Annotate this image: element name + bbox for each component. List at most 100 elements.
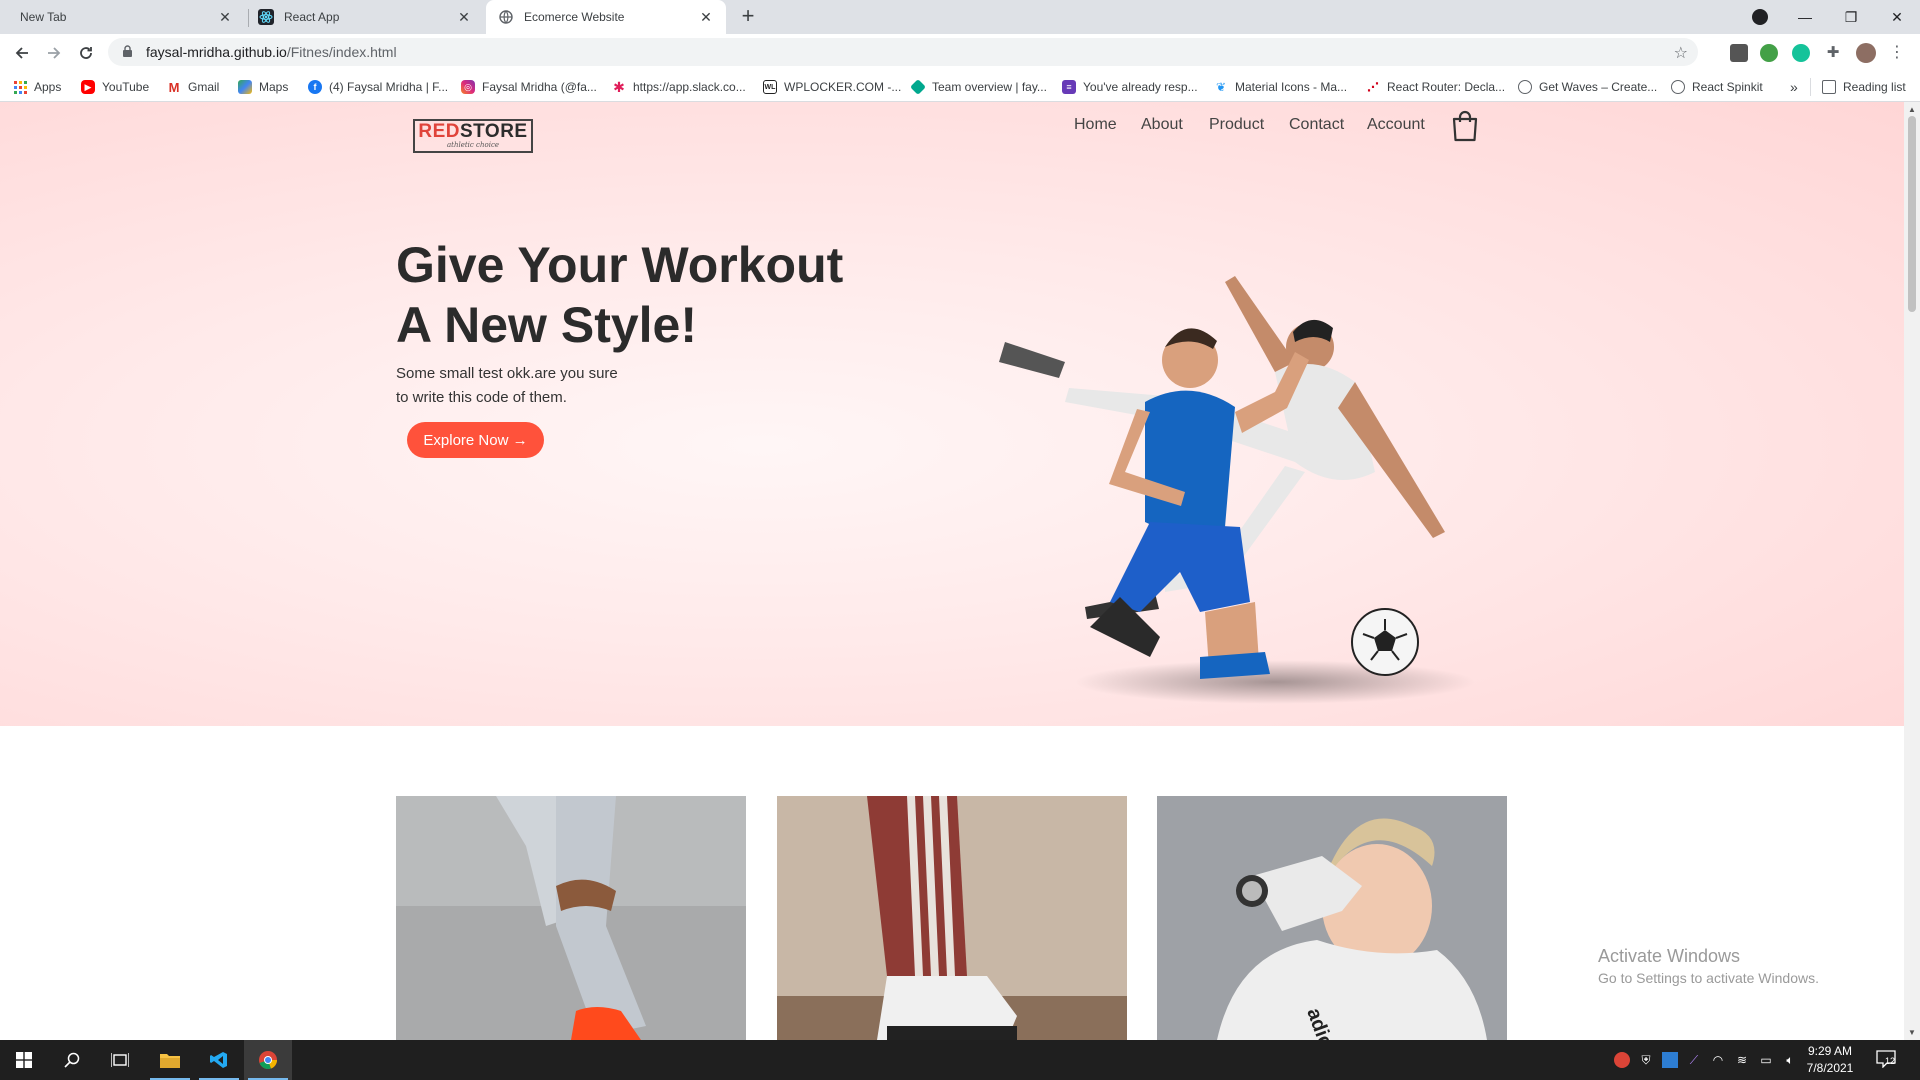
scrollbar-thumb[interactable] [1908, 116, 1916, 312]
reload-button[interactable] [72, 40, 100, 66]
chrome-tray-icon[interactable] [1614, 1052, 1630, 1068]
network-icon[interactable]: ≋ [1734, 1052, 1750, 1068]
chrome-icon [259, 1051, 277, 1070]
bookmark-label: https://app.slack.co... [633, 80, 746, 94]
apps-grid-icon [13, 80, 27, 94]
notification-center-button[interactable]: 12 [1876, 1050, 1898, 1070]
category-image-jeans-sneakers[interactable] [396, 796, 746, 1040]
notification-count: 12 [1885, 1056, 1896, 1066]
forward-button[interactable] [40, 40, 68, 66]
new-tab-button[interactable]: + [736, 5, 760, 29]
windows-taskbar: ⛨ ⟋ ◠ ≋ ▭ 🔈︎ 9:29 AM 7/8/2021 12 [0, 1040, 1920, 1080]
bookmark-react-spinkit[interactable]: React Spinkit [1671, 77, 1763, 97]
maps-icon [238, 80, 252, 94]
volume-icon[interactable]: 🔈︎ [1782, 1052, 1798, 1068]
hero-headline: Give Your Workout A New Style! [396, 237, 844, 353]
bookmarks-overflow-button[interactable]: » [1790, 77, 1798, 97]
bookmark-react-router[interactable]: ⋰ React Router: Decla... [1366, 77, 1505, 97]
browser-toolbar: faysal-mridha.github.io/Fitnes/index.htm… [0, 34, 1920, 71]
react-icon [258, 9, 274, 25]
youtube-icon: ▶ [81, 80, 95, 94]
bookmark-slack[interactable]: ✱ https://app.slack.co... [612, 77, 746, 97]
category-image-track-pants-shoe[interactable] [777, 796, 1127, 1040]
bookmark-label: Apps [34, 80, 62, 94]
bookmark-label: React Spinkit [1692, 80, 1763, 94]
close-icon[interactable]: ✕ [456, 9, 472, 25]
hero-subtext: Some small test okk.are you sure to writ… [396, 365, 618, 406]
bookmark-label: Team overview | fay... [932, 80, 1047, 94]
back-button[interactable] [8, 40, 36, 66]
restore-button[interactable]: ❐ [1828, 0, 1874, 34]
kebab-menu-icon[interactable]: ⋮ [1888, 44, 1906, 62]
close-window-button[interactable]: ✕ [1874, 0, 1920, 34]
bookmark-facebook[interactable]: f (4) Faysal Mridha | F... [308, 77, 448, 97]
shopping-bag-icon[interactable] [1451, 110, 1479, 142]
shield-tray-icon[interactable]: ⛨ [1638, 1052, 1654, 1068]
reading-list-button[interactable]: Reading list [1822, 77, 1906, 97]
vscode-button[interactable] [195, 1040, 243, 1080]
grammarly-icon[interactable] [1792, 44, 1810, 62]
category-image-woman-smartwatch[interactable]: adidas [1157, 796, 1507, 1040]
system-clock[interactable]: 9:29 AM 7/8/2021 [1800, 1043, 1860, 1077]
gmail-icon: M [168, 79, 180, 95]
close-icon[interactable]: ✕ [698, 9, 714, 25]
clock-date: 7/8/2021 [1806, 1061, 1854, 1075]
bookmark-apps[interactable]: Apps [13, 77, 61, 97]
site-logo[interactable]: REDSTORE athletic choice [413, 119, 533, 153]
bookmark-label: WPLOCKER.COM -... [784, 80, 902, 94]
react-router-icon: ⋰ [1367, 80, 1379, 94]
wifi-icon[interactable]: ◠ [1710, 1052, 1726, 1068]
bookmark-label: Gmail [188, 80, 220, 94]
app-tray-icon[interactable] [1662, 1052, 1678, 1068]
task-view-button[interactable] [96, 1040, 144, 1080]
bookmark-instagram[interactable]: ◎ Faysal Mridha (@fa... [461, 77, 597, 97]
bookmark-label: Maps [259, 80, 289, 94]
bookmark-forms[interactable]: ≡ You've already resp... [1062, 77, 1198, 97]
start-button[interactable] [0, 1040, 48, 1080]
extensions-puzzle-icon[interactable]: ✚ [1824, 44, 1842, 62]
bookmark-maps[interactable]: Maps [238, 77, 288, 97]
arrow-left-icon [15, 47, 28, 59]
file-explorer-button[interactable] [146, 1040, 194, 1080]
folder-icon [160, 1054, 180, 1068]
explore-now-button[interactable]: Explore Now → [407, 422, 544, 458]
close-icon[interactable]: ✕ [217, 9, 233, 25]
tab-new-tab[interactable]: New Tab ✕ [0, 0, 245, 34]
lock-icon [122, 45, 136, 59]
bookmark-wplocker[interactable]: WL WPLOCKER.COM -... [763, 77, 901, 97]
minimize-button[interactable]: — [1782, 0, 1828, 34]
extension-pen-icon[interactable] [1730, 44, 1748, 62]
extension-green-icon[interactable] [1760, 44, 1778, 62]
bookmark-material-icons[interactable]: ❦ Material Icons - Ma... [1214, 77, 1347, 97]
tab-ecomerce-website[interactable]: Ecomerce Website ✕ [486, 0, 726, 34]
arrow-right-icon [48, 47, 61, 59]
profile-avatar[interactable] [1856, 43, 1876, 63]
page-scrollbar[interactable]: ▲ ▼ [1904, 102, 1920, 1040]
nav-contact[interactable]: Contact [1289, 116, 1344, 134]
page-viewport: REDSTORE athletic choice Home About Prod… [0, 102, 1904, 1040]
address-bar[interactable]: faysal-mridha.github.io/Fitnes/index.htm… [108, 38, 1698, 66]
task-view-icon [111, 1053, 129, 1067]
hero-football-players-image [999, 276, 1475, 704]
scroll-down-arrow-icon[interactable]: ▼ [1908, 1028, 1916, 1037]
nav-about[interactable]: About [1141, 116, 1183, 134]
logo-wordmark: REDSTORE [418, 121, 528, 142]
nav-product[interactable]: Product [1209, 116, 1264, 134]
scroll-up-arrow-icon[interactable]: ▲ [1908, 105, 1916, 114]
wplocker-icon: WL [763, 80, 777, 94]
chrome-button[interactable] [244, 1040, 292, 1080]
bookmarks-bar: Apps ▶ YouTube M Gmail Maps f (4) Faysal Mr… [0, 71, 1920, 102]
search-button[interactable] [48, 1040, 96, 1080]
nav-account[interactable]: Account [1367, 116, 1425, 134]
tab-search-icon[interactable] [1752, 9, 1768, 25]
bookmark-youtube[interactable]: ▶ YouTube [81, 77, 149, 97]
bookmark-team-overview[interactable]: Team overview | fay... [910, 77, 1047, 97]
bookmark-get-waves[interactable]: Get Waves – Create... [1518, 77, 1657, 97]
bookmark-gmail[interactable]: M Gmail [167, 77, 220, 97]
nav-home[interactable]: Home [1074, 116, 1117, 134]
battery-icon[interactable]: ▭ [1758, 1052, 1774, 1068]
pen-tray-icon[interactable]: ⟋ [1686, 1052, 1702, 1068]
globe-icon [1518, 80, 1532, 94]
bookmark-star-icon[interactable]: ☆ [1674, 43, 1688, 63]
tab-react-app[interactable]: React App ✕ [248, 0, 484, 34]
